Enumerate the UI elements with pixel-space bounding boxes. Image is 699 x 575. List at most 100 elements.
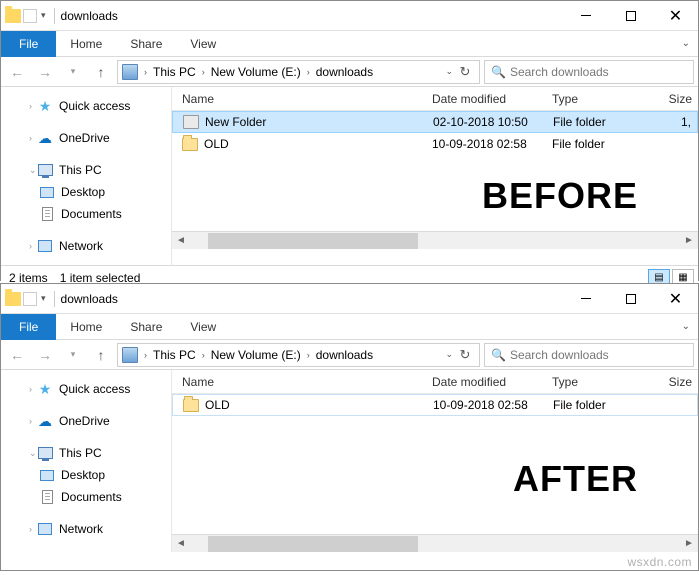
document-icon xyxy=(39,206,55,222)
qat-dropdown-icon[interactable]: ▾ xyxy=(39,293,48,304)
expand-icon[interactable]: › xyxy=(21,384,31,394)
refresh-button[interactable]: ↻ xyxy=(453,344,477,366)
collapse-icon[interactable]: ⌄ xyxy=(21,448,31,459)
column-type[interactable]: Type xyxy=(552,375,648,389)
up-button[interactable]: ↑ xyxy=(89,60,113,84)
expand-icon[interactable]: › xyxy=(21,241,31,251)
chevron-right-icon[interactable]: › xyxy=(303,67,314,77)
address-dropdown-icon[interactable]: ⌄ xyxy=(445,349,453,360)
sidebar-item-network[interactable]: › Network xyxy=(1,235,171,257)
view-tab[interactable]: View xyxy=(176,37,230,51)
expand-icon[interactable]: › xyxy=(21,524,31,534)
home-tab[interactable]: Home xyxy=(56,320,116,334)
recent-dropdown-icon[interactable]: ▾ xyxy=(61,343,85,367)
column-headers: Name Date modified Type Size xyxy=(172,370,698,394)
folder-icon xyxy=(182,138,198,151)
explorer-window-after: ▾ downloads ✕ File Home Share View ⌄ ← →… xyxy=(0,283,699,571)
file-tab[interactable]: File xyxy=(1,31,56,57)
scroll-thumb[interactable] xyxy=(208,536,418,552)
table-row[interactable]: OLD 10-09-2018 02:58 File folder xyxy=(172,394,698,416)
window-title: downloads xyxy=(61,292,118,306)
minimize-button[interactable] xyxy=(563,284,608,313)
refresh-button[interactable]: ↻ xyxy=(453,61,477,83)
sidebar-item-onedrive[interactable]: › ☁ OneDrive xyxy=(1,410,171,432)
share-tab[interactable]: Share xyxy=(116,320,176,334)
navigation-bar: ← → ▾ ↑ › This PC › New Volume (E:) › do… xyxy=(1,57,698,87)
sidebar-item-onedrive[interactable]: › ☁ OneDrive xyxy=(1,127,171,149)
expand-icon[interactable]: › xyxy=(21,101,31,111)
file-tab[interactable]: File xyxy=(1,314,56,340)
column-size[interactable]: Size xyxy=(648,92,698,106)
table-row[interactable]: New Folder 02-10-2018 10:50 File folder … xyxy=(172,111,698,133)
search-input[interactable]: 🔍 Search downloads xyxy=(484,343,694,367)
cloud-icon: ☁ xyxy=(37,413,53,429)
chevron-right-icon[interactable]: › xyxy=(198,350,209,360)
sidebar-item-network[interactable]: › Network xyxy=(1,518,171,540)
expand-icon[interactable]: › xyxy=(21,416,31,426)
scroll-thumb[interactable] xyxy=(208,233,418,249)
crumb-folder[interactable]: downloads xyxy=(314,65,375,79)
sidebar-item-this-pc[interactable]: ⌄ This PC xyxy=(1,442,171,464)
column-headers: Name Date modified Type Size xyxy=(172,87,698,111)
navigation-bar: ← → ▾ ↑ › This PC › New Volume (E:) › do… xyxy=(1,340,698,370)
crumb-this-pc[interactable]: This PC xyxy=(151,348,198,362)
recent-dropdown-icon[interactable]: ▾ xyxy=(61,60,85,84)
sidebar-item-desktop[interactable]: Desktop xyxy=(1,181,171,203)
close-button[interactable]: ✕ xyxy=(653,284,698,313)
forward-button[interactable]: → xyxy=(33,60,57,84)
maximize-button[interactable] xyxy=(608,284,653,313)
column-date[interactable]: Date modified xyxy=(432,92,552,106)
column-name[interactable]: Name xyxy=(172,375,432,389)
horizontal-scrollbar[interactable]: ◄ ► xyxy=(172,534,698,552)
scroll-right-button[interactable]: ► xyxy=(680,535,698,553)
sidebar-item-documents[interactable]: Documents xyxy=(1,203,171,225)
crumb-this-pc[interactable]: This PC xyxy=(151,65,198,79)
collapse-icon[interactable]: ⌄ xyxy=(21,165,31,176)
table-row[interactable]: OLD 10-09-2018 02:58 File folder xyxy=(172,133,698,155)
caption-after: AFTER xyxy=(513,458,638,500)
chevron-right-icon[interactable]: › xyxy=(198,67,209,77)
sidebar-item-this-pc[interactable]: ⌄ This PC xyxy=(1,159,171,181)
chevron-right-icon[interactable]: › xyxy=(303,350,314,360)
minimize-button[interactable] xyxy=(563,1,608,30)
back-button[interactable]: ← xyxy=(5,343,29,367)
expand-icon[interactable]: › xyxy=(21,133,31,143)
titlebar: ▾ downloads ✕ xyxy=(1,1,698,31)
chevron-right-icon[interactable]: › xyxy=(140,350,151,360)
ribbon: File Home Share View ⌄ xyxy=(1,314,698,340)
sidebar-item-documents[interactable]: Documents xyxy=(1,486,171,508)
ribbon-collapse-icon[interactable]: ⌄ xyxy=(682,321,690,332)
back-button[interactable]: ← xyxy=(5,60,29,84)
ribbon-collapse-icon[interactable]: ⌄ xyxy=(682,38,690,49)
column-type[interactable]: Type xyxy=(552,92,648,106)
sidebar-item-quick-access[interactable]: › ★ Quick access xyxy=(1,95,171,117)
view-tab[interactable]: View xyxy=(176,320,230,334)
maximize-button[interactable] xyxy=(608,1,653,30)
address-bar[interactable]: › This PC › New Volume (E:) › downloads … xyxy=(117,60,480,84)
ribbon: File Home Share View ⌄ xyxy=(1,31,698,57)
up-button[interactable]: ↑ xyxy=(89,343,113,367)
crumb-volume[interactable]: New Volume (E:) xyxy=(209,65,303,79)
column-date[interactable]: Date modified xyxy=(432,375,552,389)
scroll-left-button[interactable]: ◄ xyxy=(172,535,190,553)
crumb-volume[interactable]: New Volume (E:) xyxy=(209,348,303,362)
search-input[interactable]: 🔍 Search downloads xyxy=(484,60,694,84)
horizontal-scrollbar[interactable]: ◄ ► xyxy=(172,231,698,249)
scroll-left-button[interactable]: ◄ xyxy=(172,232,190,250)
chevron-right-icon[interactable]: › xyxy=(140,67,151,77)
qat-placeholder-icon xyxy=(23,292,37,306)
address-dropdown-icon[interactable]: ⌄ xyxy=(445,66,453,77)
scroll-right-button[interactable]: ► xyxy=(680,232,698,250)
address-bar[interactable]: › This PC › New Volume (E:) › downloads … xyxy=(117,343,480,367)
crumb-folder[interactable]: downloads xyxy=(314,348,375,362)
close-button[interactable]: ✕ xyxy=(653,1,698,30)
column-size[interactable]: Size xyxy=(648,375,698,389)
qat-dropdown-icon[interactable]: ▾ xyxy=(39,10,48,21)
titlebar: ▾ downloads ✕ xyxy=(1,284,698,314)
share-tab[interactable]: Share xyxy=(116,37,176,51)
column-name[interactable]: Name xyxy=(172,92,432,106)
forward-button[interactable]: → xyxy=(33,343,57,367)
sidebar-item-quick-access[interactable]: › ★ Quick access xyxy=(1,378,171,400)
home-tab[interactable]: Home xyxy=(56,37,116,51)
sidebar-item-desktop[interactable]: Desktop xyxy=(1,464,171,486)
